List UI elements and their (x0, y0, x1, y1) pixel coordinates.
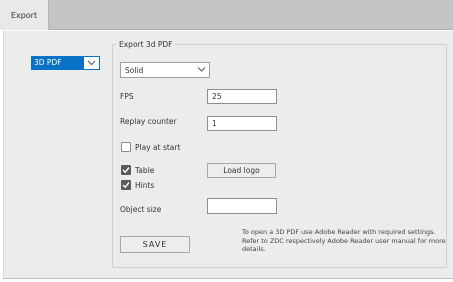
object-size-label: Object size (120, 205, 162, 214)
group-legend: Export 3d PDF (119, 40, 173, 49)
table-checkbox[interactable] (121, 165, 131, 175)
tab-bar: Export (0, 0, 453, 30)
table-label: Table (135, 166, 155, 175)
object-size-input[interactable] (207, 198, 277, 214)
load-logo-button[interactable]: Load logo (207, 163, 276, 178)
fps-input[interactable]: 25 (207, 89, 277, 104)
info-text: To open a 3D PDF use Adobe Reader with r… (242, 228, 446, 253)
tab-export-label: Export (10, 10, 38, 20)
chevron-down-icon (84, 60, 99, 66)
fps-label: FPS (120, 92, 134, 101)
save-button[interactable]: SAVE (120, 236, 190, 253)
replay-counter-label: Replay counter (120, 117, 177, 126)
checkmark-icon (122, 167, 130, 174)
play-at-start-checkbox[interactable] (121, 142, 131, 152)
checkmark-icon (122, 182, 130, 189)
render-mode-select[interactable]: Solid (120, 62, 210, 78)
render-mode-value: Solid (125, 65, 144, 75)
hints-label: Hints (135, 181, 155, 190)
format-select[interactable]: 3D PDF (31, 56, 100, 70)
replay-counter-input[interactable]: 1 (207, 116, 277, 131)
hints-checkbox[interactable] (121, 180, 131, 190)
format-select-value: 3D PDF (32, 57, 84, 69)
play-at-start-label: Play at start (135, 143, 181, 152)
chevron-down-icon (197, 66, 206, 75)
tab-export[interactable]: Export (0, 0, 49, 30)
